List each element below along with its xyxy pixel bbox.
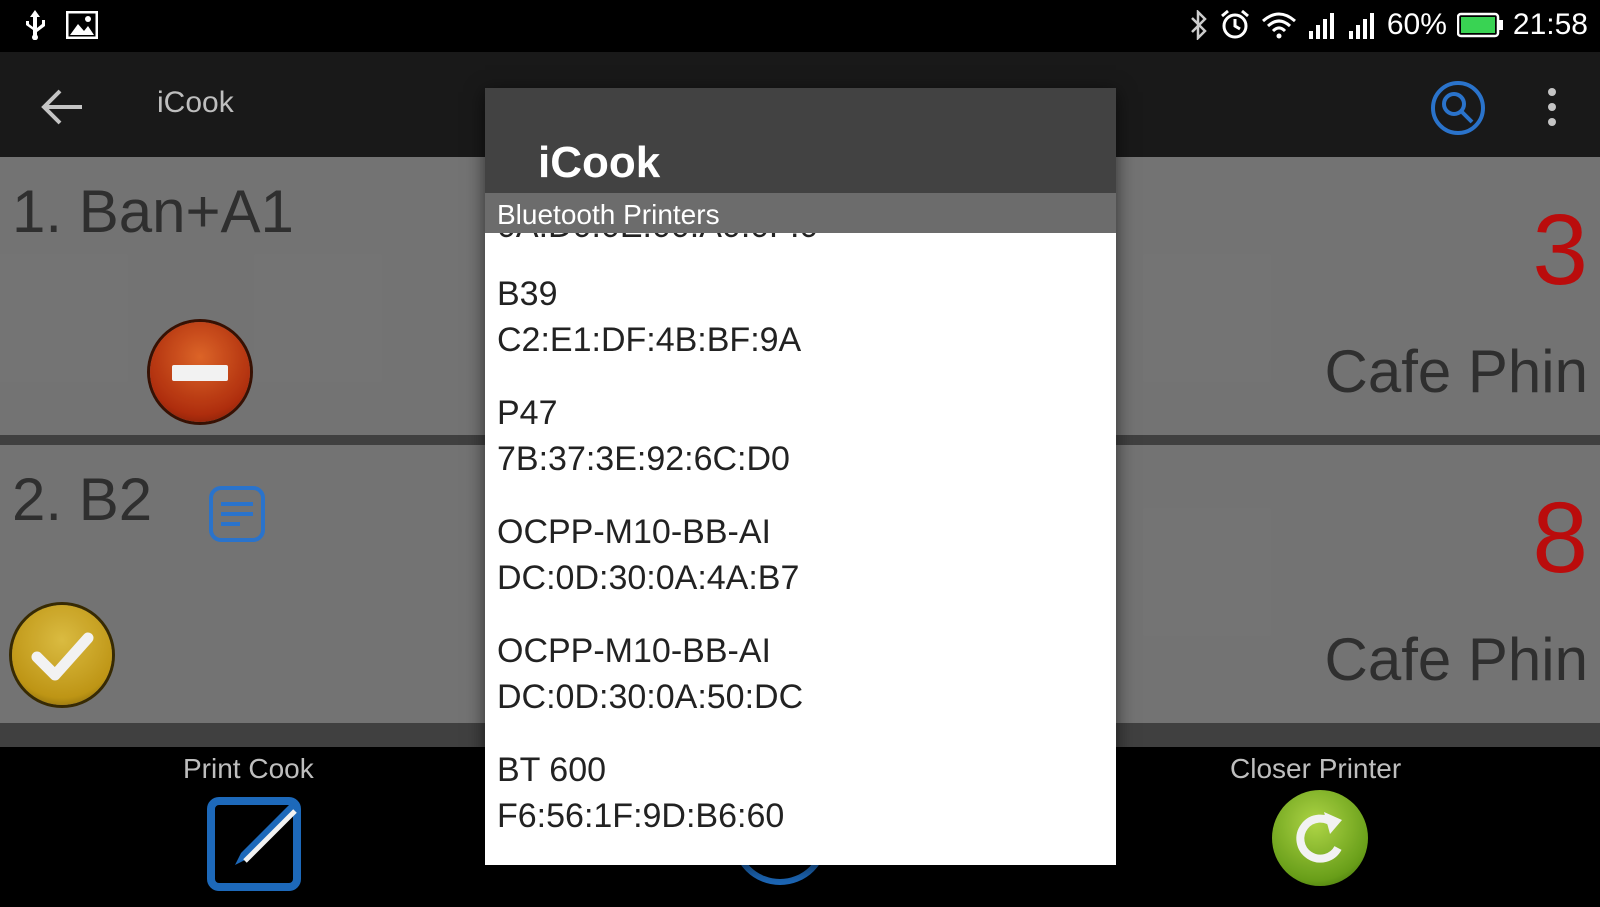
signal-icon xyxy=(1308,13,1334,39)
printer-mac: F6:56:1F:9D:B6:60 xyxy=(497,797,785,835)
printer-name: BT 600 xyxy=(497,751,607,789)
printer-item[interactable]: B39 C2:E1:DF:4B:BF:9A xyxy=(497,271,1107,381)
printer-list[interactable]: 0A:D0:0E:00:A0:0F:0 B39 C2:E1:DF:4B:BF:9… xyxy=(485,233,1116,865)
status-bar: 60% 21:58 xyxy=(0,0,1600,52)
status-left xyxy=(22,10,98,40)
dialog-title: iCook xyxy=(538,138,661,187)
printer-mac: C2:E1:DF:4B:BF:9A xyxy=(497,321,802,359)
wifi-icon xyxy=(1261,12,1296,39)
printer-name: OCPP-M10-BB-AI xyxy=(497,632,771,670)
battery-icon xyxy=(1456,12,1503,38)
image-icon xyxy=(66,11,98,39)
printer-dialog: iCook Bluetooth Printers 0A:D0:0E:00:A0:… xyxy=(485,88,1116,865)
section-header: Bluetooth Printers xyxy=(485,193,1116,233)
battery-percent: 60% xyxy=(1386,8,1447,41)
signal-icon-2 xyxy=(1348,13,1374,39)
clock: 21:58 xyxy=(1512,8,1588,41)
printer-item[interactable]: BT 600 F6:56:1F:9D:B6:60 xyxy=(497,747,1107,857)
printer-item[interactable]: P47 7B:37:3E:92:6C:D0 xyxy=(497,390,1107,500)
bluetooth-icon xyxy=(1190,10,1207,40)
printer-mac: 7B:37:3E:92:6C:D0 xyxy=(497,440,790,478)
partial-list-item[interactable]: 0A:D0:0E:00:A0:0F:0 xyxy=(497,233,818,246)
printer-name: P47 xyxy=(497,394,558,432)
printer-item[interactable]: OCPP-M10-BB-AI DC:0D:30:0A:4A:B7 xyxy=(497,509,1107,619)
usb-icon xyxy=(26,10,45,40)
printer-item[interactable]: OCPP-M10-BB-AI DC:0D:30:0A:50:DC xyxy=(497,628,1107,738)
status-right: 60% 21:58 xyxy=(1189,8,1588,42)
section-label: Bluetooth Printers xyxy=(497,199,720,230)
printer-mac: DC:0D:30:0A:50:DC xyxy=(497,678,804,716)
printer-name: OCPP-M10-BB-AI xyxy=(497,513,771,551)
alarm-icon xyxy=(1220,9,1249,39)
printer-name: B39 xyxy=(497,275,558,313)
printer-mac: DC:0D:30:0A:4A:B7 xyxy=(497,559,800,597)
dialog-header: iCook xyxy=(485,88,1116,193)
